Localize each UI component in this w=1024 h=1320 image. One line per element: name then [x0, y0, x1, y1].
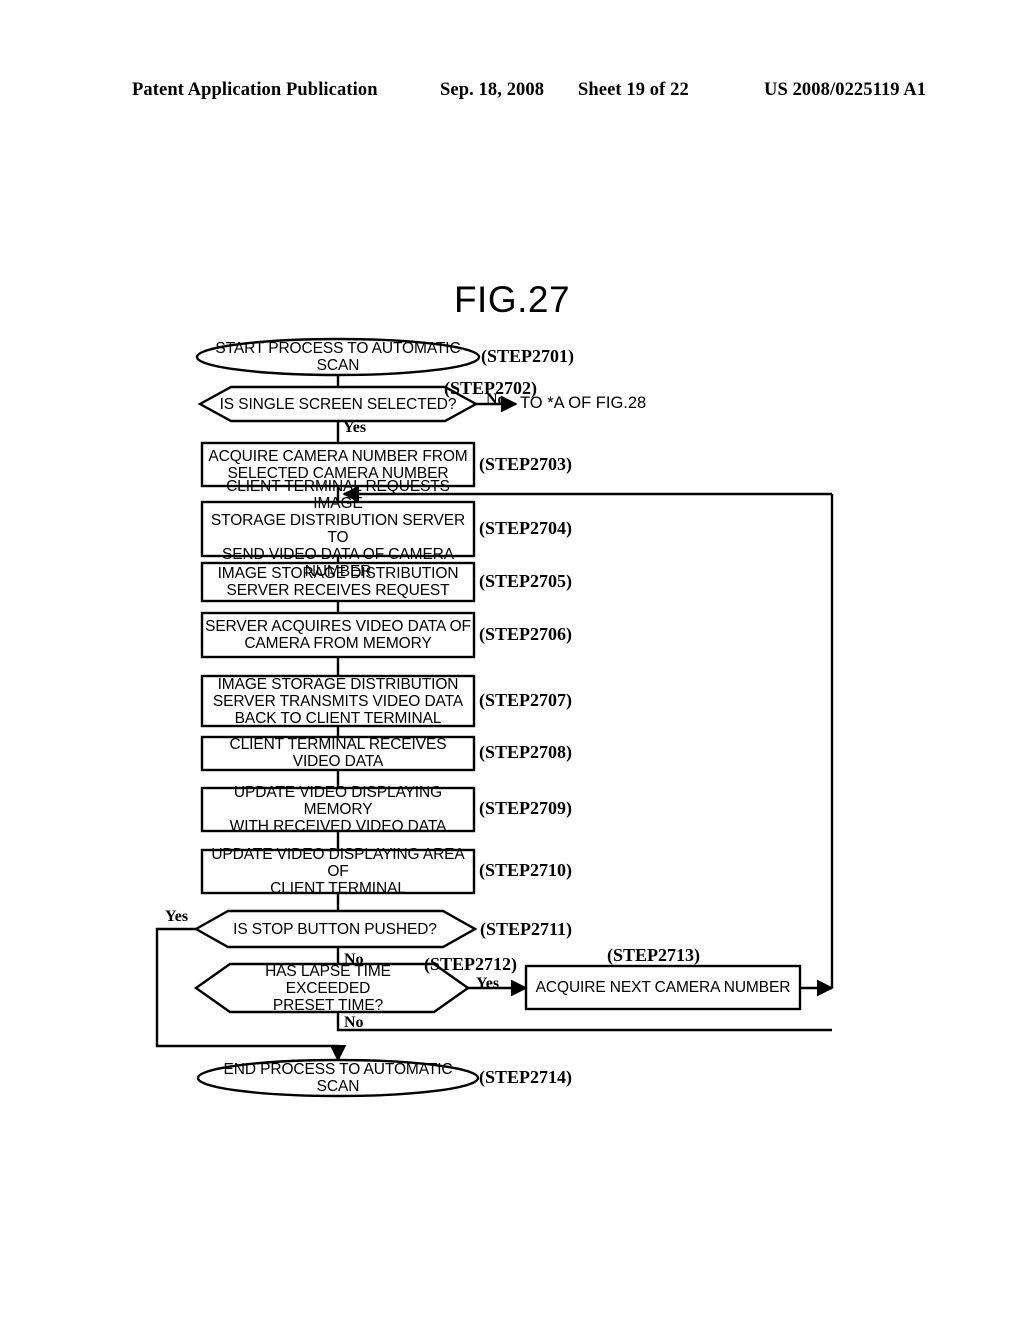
flowchart-svg — [155, 337, 834, 1098]
branch-label-2712-yes: Yes — [476, 975, 500, 992]
label-step2707: IMAGE STORAGE DISTRIBUTION SERVER TRANSM… — [212, 675, 464, 727]
label-step2702: IS SINGLE SCREEN SELECTED? — [219, 395, 457, 413]
tag-step2706: (STEP2706) — [479, 624, 573, 644]
branch-label-2702-yes: Yes — [343, 419, 367, 436]
tag-step2707: (STEP2707) — [479, 690, 573, 710]
tag-step2710: (STEP2710) — [479, 860, 573, 880]
flowchart-diagram: START PROCESS TO AUTOMATIC SCAN (STEP270… — [0, 0, 1024, 1320]
label-step2712: HAS LAPSE TIME EXCEEDED PRESET TIME? — [265, 962, 391, 1014]
branch-label-2712-no: No — [344, 1014, 364, 1031]
tag-step2713: (STEP2713) — [607, 945, 701, 965]
tag-step2708: (STEP2708) — [479, 742, 573, 762]
label-step2710: UPDATE VIDEO DISPLAYING AREA OF CLIENT T… — [211, 846, 465, 897]
label-step2713: ACQUIRE NEXT CAMERA NUMBER — [535, 979, 791, 996]
branch-label-2702-no: No — [486, 391, 506, 408]
branch-label-2711-no: No — [344, 951, 364, 968]
tag-step2703: (STEP2703) — [479, 454, 573, 474]
label-step2705: IMAGE STORAGE DISTRIBUTION SERVER RECEIV… — [217, 565, 459, 599]
label-step2704: CLIENT TERMINAL REQUESTS IMAGE STORAGE D… — [210, 478, 466, 580]
label-step2708: CLIENT TERMINAL RECEIVES VIDEO DATA — [229, 736, 447, 770]
branch-label-2711-yes: Yes — [165, 908, 189, 925]
label-step2709: UPDATE VIDEO DISPLAYING MEMORY WITH RECE… — [229, 784, 447, 835]
tag-step2712: (STEP2712) — [424, 954, 518, 974]
label-step2714: END PROCESS TO AUTOMATIC SCAN — [223, 1061, 453, 1095]
tag-step2704: (STEP2704) — [479, 518, 573, 538]
tag-step2709: (STEP2709) — [479, 798, 573, 818]
label-step2711: IS STOP BUTTON PUSHED? — [233, 920, 437, 938]
label-step2706: SERVER ACQUIRES VIDEO DATA OF CAMERA FRO… — [205, 618, 471, 652]
label-step2701: START PROCESS TO AUTOMATIC SCAN — [215, 340, 461, 374]
connector-2712-no-to-feedback — [336, 1012, 832, 1032]
tag-step2705: (STEP2705) — [479, 571, 573, 591]
tag-step2701: (STEP2701) — [481, 346, 575, 366]
tag-step2714: (STEP2714) — [479, 1067, 573, 1087]
offpage-connector-note: TO *A OF FIG.28 — [520, 394, 647, 412]
tag-step2711: (STEP2711) — [480, 919, 573, 939]
